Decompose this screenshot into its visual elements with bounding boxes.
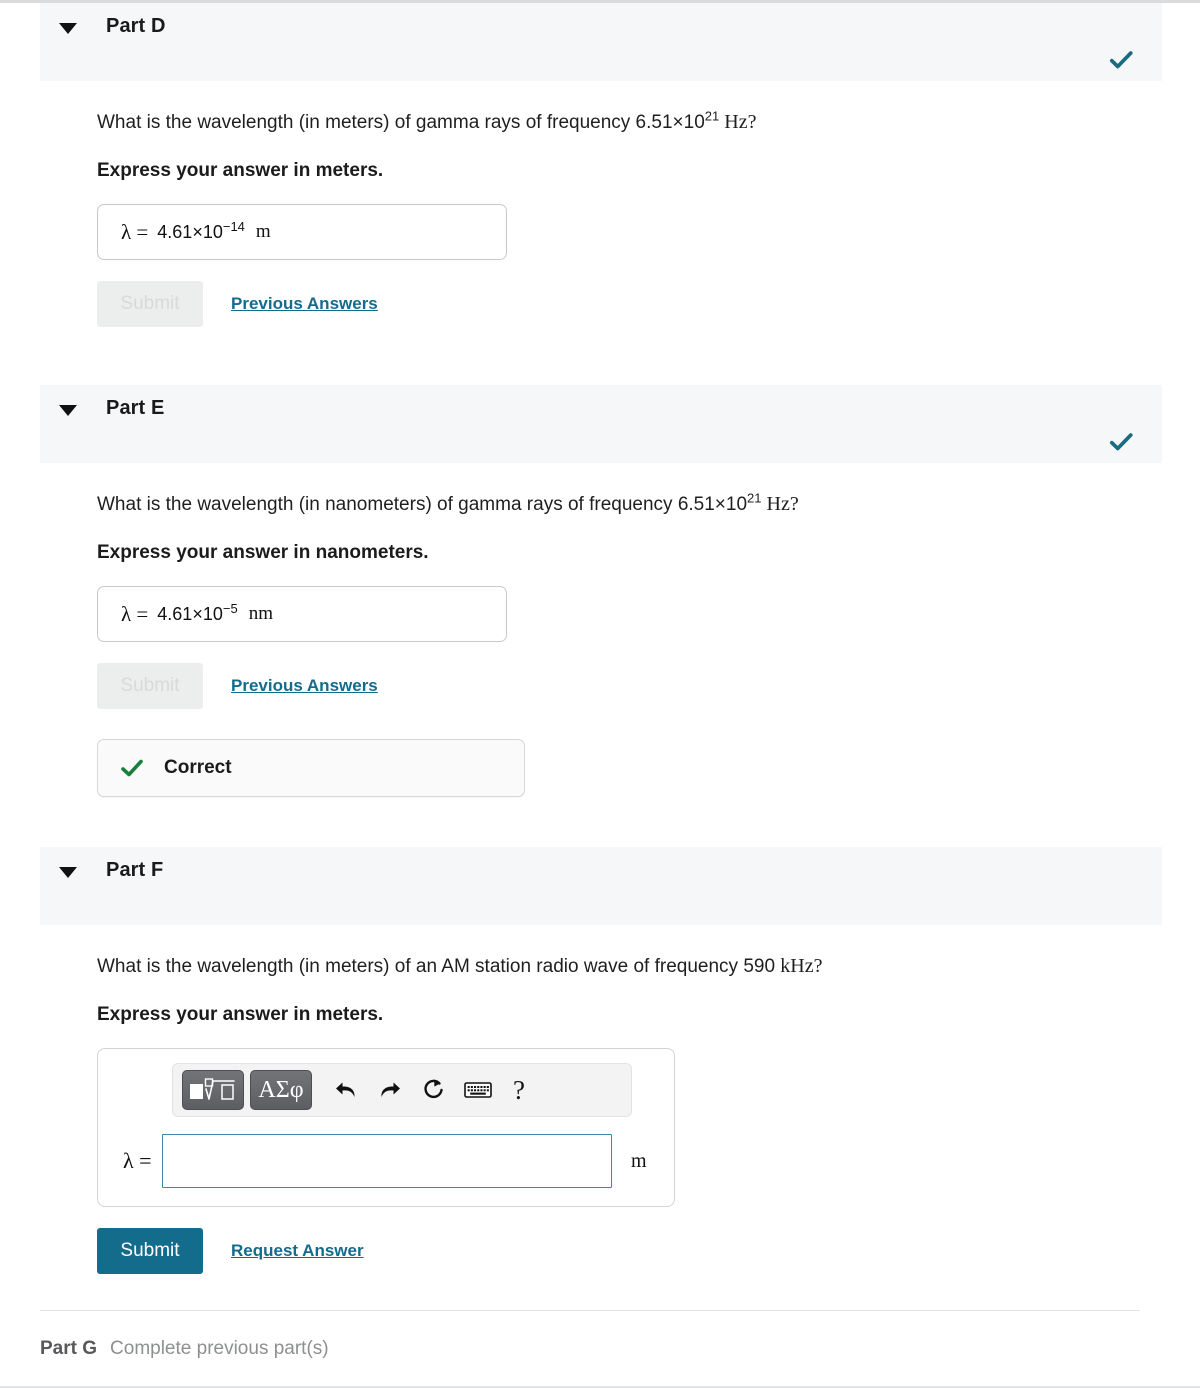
correct-feedback-banner: Correct [97,739,525,797]
question-unit-d: Hz? [724,111,757,133]
submit-button-d: Submit [97,281,203,327]
submit-button-f[interactable]: Submit [97,1228,203,1274]
question-text-d: What is the wavelength (in meters) of ga… [97,108,757,133]
correct-feedback-text: Correct [164,757,232,778]
greek-symbols-button[interactable]: ΑΣφ [250,1070,312,1110]
answer-display-e: λ = 4.61×10−5 nm [97,586,507,642]
math-answer-widget: ΑΣφ ? λ = m [97,1048,675,1207]
square-root-template-button[interactable] [182,1070,244,1110]
input-unit-f: m [631,1149,647,1172]
input-symbol-f: λ = [123,1148,152,1173]
previous-answers-link-e[interactable]: Previous Answers [231,676,378,696]
problem-page: Part D What is the wavelength (in meters… [0,3,1200,1388]
actions-row-f: Submit Request Answer [97,1228,1200,1274]
check-icon [121,759,143,777]
part-body-e: What is the wavelength (in nanometers) o… [0,491,1200,797]
submit-button-e: Submit [97,663,203,709]
question-text-e: What is the wavelength (in nanometers) o… [97,490,799,515]
actions-row-e: Submit Previous Answers [97,663,1200,709]
check-icon [1109,433,1133,451]
math-toolbar: ΑΣφ ? [172,1063,632,1117]
part-body-f: What is the wavelength (in meters) of an… [0,953,1200,1274]
request-answer-link-f[interactable]: Request Answer [231,1241,364,1261]
part-g-note: Complete previous part(s) [110,1338,329,1359]
part-title-e: Part E [106,397,165,419]
answer-symbol-e: λ = [121,601,149,626]
instruction-text-e: Express your answer in nanometers. [97,542,429,563]
part-body-d: What is the wavelength (in meters) of ga… [0,109,1200,327]
question-exponent-d: 21 [704,108,720,124]
part-g-label: Part G [40,1338,98,1359]
question-unit-f: kHz? [780,955,823,977]
answer-exponent-d: −14 [222,218,245,234]
answer-value-e: 4.61×10−5 [157,600,238,624]
instruction-text-d: Express your answer in meters. [97,160,384,181]
collapse-caret-icon[interactable] [59,23,77,34]
check-icon [1109,51,1133,69]
part-g-row[interactable]: Part G Complete previous part(s) [40,1311,1200,1360]
part-header-d[interactable]: Part D [40,3,1162,81]
answer-exponent-e: −5 [222,600,238,616]
question-exponent-e: 21 [747,490,762,506]
answer-unit-d: m [255,221,271,242]
question-text-f: What is the wavelength (in meters) of an… [97,955,823,977]
collapse-caret-icon[interactable] [59,867,77,878]
part-title-d: Part D [106,15,166,37]
undo-arrow-icon[interactable] [326,1070,366,1110]
answer-input-f[interactable] [162,1134,612,1188]
reset-circular-arrow-icon[interactable] [414,1070,454,1110]
question-unit-e: Hz? [766,493,799,515]
actions-row-d: Submit Previous Answers [97,281,1200,327]
collapse-caret-icon[interactable] [59,405,77,416]
previous-answers-link-d[interactable]: Previous Answers [231,294,378,314]
instruction-text-f: Express your answer in meters. [97,1004,384,1025]
answer-unit-e: nm [248,603,273,624]
answer-symbol-d: λ = [121,219,149,244]
keyboard-icon[interactable] [458,1070,498,1110]
math-input-row: λ = m [114,1134,658,1188]
answer-value-d: 4.61×10−14 [157,218,245,242]
part-header-e[interactable]: Part E [40,385,1162,463]
answer-display-d: λ = 4.61×10−14 m [97,204,507,260]
math-help-button[interactable]: ? [502,1075,536,1106]
redo-arrow-icon[interactable] [370,1070,410,1110]
square-root-glyph-icon [190,1078,235,1100]
part-header-f[interactable]: Part F [40,847,1162,925]
part-title-f: Part F [106,859,164,881]
